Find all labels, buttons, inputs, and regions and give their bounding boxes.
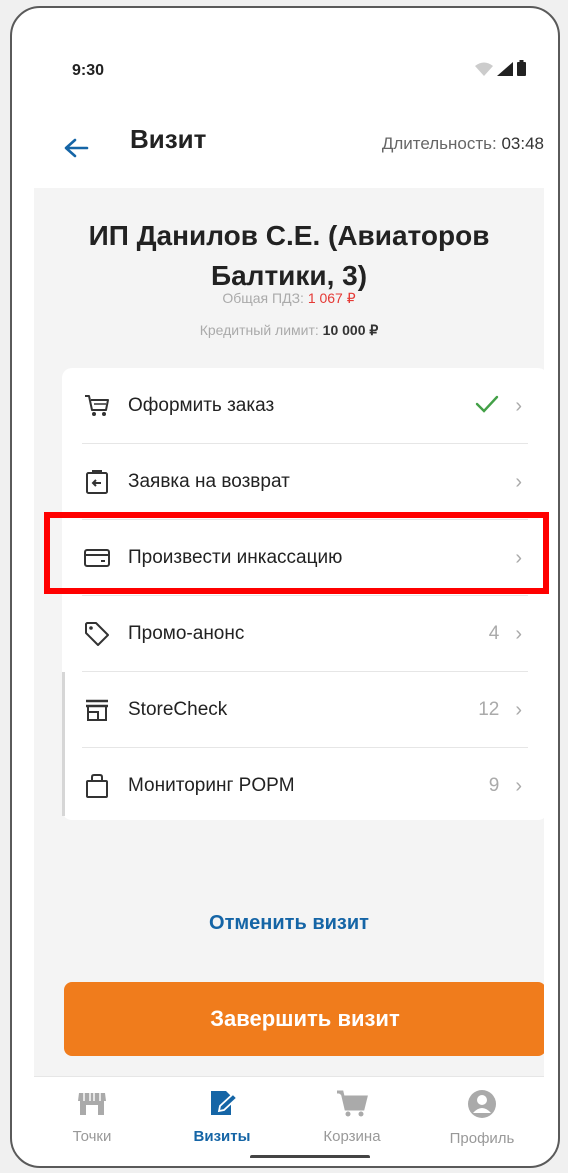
wifi-icon: [475, 62, 493, 76]
store-icon: [82, 695, 112, 725]
bag-icon: [82, 771, 112, 801]
menu-item-popm[interactable]: Мониторинг POPM 9 ›: [62, 748, 544, 824]
menu-item-label: StoreCheck: [128, 699, 228, 720]
menu-item-order[interactable]: Оформить заказ ›: [62, 368, 544, 444]
duration-value: 03:48: [501, 134, 544, 153]
arrow-left-icon: [64, 138, 89, 158]
chevron-right-icon: ›: [515, 622, 522, 645]
visit-duration: Длительность: 03:48: [382, 134, 544, 154]
menu-item-label: Промо-анонс: [128, 623, 245, 644]
credit-label: Кредитный лимит:: [199, 322, 323, 338]
menu-item-storecheck[interactable]: StoreCheck 12 ›: [62, 672, 544, 748]
bottom-navigation: Точки Визиты Корзина Профиль: [34, 1076, 544, 1158]
tab-cart[interactable]: Корзина: [302, 1089, 402, 1145]
chevron-right-icon: ›: [515, 470, 522, 493]
finish-visit-button[interactable]: Завершить визит: [64, 982, 544, 1056]
credit-line: Кредитный лимит: 10 000 ₽: [34, 322, 544, 339]
home-indicator: [250, 1155, 370, 1158]
tab-label: Визиты: [193, 1128, 251, 1145]
status-time: 9:30: [72, 62, 105, 79]
status-icons: [475, 60, 526, 76]
status-bar: 9:30: [34, 28, 544, 108]
menu-item-label: Заявка на возврат: [128, 471, 290, 492]
back-button[interactable]: [56, 128, 96, 168]
check-icon: [475, 395, 499, 418]
cancel-visit-button[interactable]: Отменить визит: [34, 912, 544, 935]
customer-name: ИП Данилов С.Е. (Авиаторов Балтики, 3): [88, 220, 490, 291]
item-count: 12: [478, 699, 500, 720]
tab-profile[interactable]: Профиль: [432, 1089, 532, 1147]
edit-doc-icon: [211, 1091, 239, 1115]
profile-icon: [468, 1090, 496, 1118]
tab-visits[interactable]: Визиты: [172, 1089, 272, 1145]
cart-icon: [337, 1090, 368, 1117]
debt-line: Общая ПДЗ: 1 067 ₽: [34, 290, 544, 307]
battery-icon: [517, 60, 526, 76]
tab-points[interactable]: Точки: [42, 1089, 142, 1145]
cart-icon: [82, 391, 112, 421]
page-title: Визит: [130, 124, 207, 154]
debt-label: Общая ПДЗ:: [222, 290, 308, 306]
chevron-right-icon: ›: [515, 394, 522, 417]
menu-item-label: Оформить заказ: [128, 395, 275, 416]
return-icon: [82, 467, 112, 497]
duration-label: Длительность:: [381, 134, 502, 153]
tab-label: Профиль: [449, 1130, 515, 1147]
item-count: 4: [488, 623, 500, 644]
item-count: 9: [488, 775, 500, 796]
highlight-box: [44, 512, 549, 594]
menu-item-return[interactable]: Заявка на возврат ›: [62, 444, 544, 520]
store-icon: [78, 1093, 106, 1115]
tab-label: Точки: [72, 1128, 112, 1145]
chevron-right-icon: ›: [515, 774, 522, 797]
tab-label: Корзина: [323, 1128, 381, 1145]
chevron-right-icon: ›: [515, 698, 522, 721]
menu-item-label: Мониторинг POPM: [128, 775, 295, 796]
visit-actions-list: Оформить заказ › Заявка на возврат › Про…: [62, 368, 544, 820]
menu-item-promo[interactable]: Промо-анонс 4 ›: [62, 596, 544, 672]
tag-icon: [82, 619, 112, 649]
credit-value: 10 000 ₽: [322, 322, 379, 338]
signal-icon: [497, 62, 513, 76]
debt-value: 1 067 ₽: [307, 290, 356, 306]
app-bar: Визит Длительность: 03:48: [34, 108, 544, 188]
